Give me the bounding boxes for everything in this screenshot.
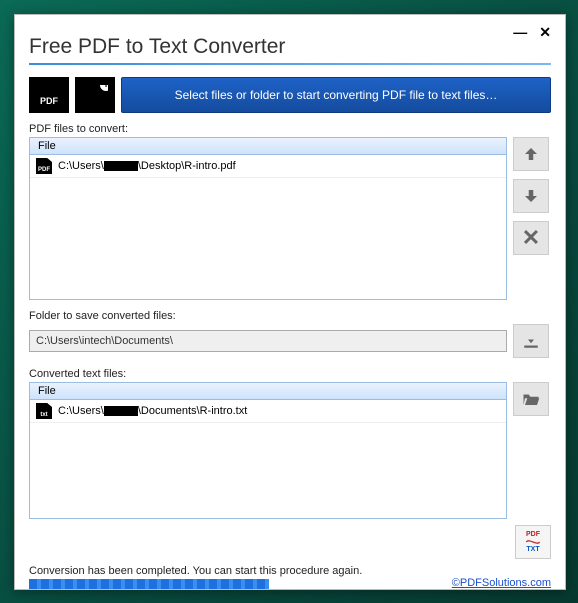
folder-add-icon: + <box>82 85 108 105</box>
txt-file-icon: txt <box>36 403 52 419</box>
pdf-file-icon: PDF <box>36 158 52 174</box>
select-files-banner-button[interactable]: Select files or folder to start converti… <box>121 77 551 113</box>
file-path: C:\Users\ \Desktop\R-intro.pdf <box>58 160 236 172</box>
arrow-up-icon <box>522 145 540 163</box>
path-prefix: C:\Users\ <box>58 160 104 172</box>
converted-list-label: Converted text files: <box>29 368 551 380</box>
file-path: C:\Users\ \Documents\R-intro.txt <box>58 405 247 417</box>
add-folder-button[interactable]: + <box>75 77 115 113</box>
txt-label-icon: TXT <box>526 546 539 553</box>
pdf-list-side-buttons: ✕ <box>513 137 549 255</box>
status-message: Conversion has been completed. You can s… <box>29 565 362 577</box>
window-title: Free PDF to Text Converter <box>29 35 285 59</box>
converted-list-column-header[interactable]: File <box>30 383 506 400</box>
window-controls: — ✕ <box>513 25 551 39</box>
vendor-link[interactable]: ©PDFSolutions.com <box>452 577 551 589</box>
move-down-button[interactable] <box>513 179 549 213</box>
move-up-button[interactable] <box>513 137 549 171</box>
folder-download-icon <box>522 332 540 350</box>
pdf-file-icon: PDF <box>37 82 61 108</box>
top-toolbar: PDF + Select files or folder to start co… <box>29 77 551 113</box>
progress-bar <box>29 579 269 589</box>
open-folder-button[interactable] <box>513 382 549 416</box>
add-pdf-file-button[interactable]: PDF <box>29 77 69 113</box>
pdf-list-body: PDF C:\Users\ \Desktop\R-intro.pdf <box>30 155 506 299</box>
redacted-segment <box>104 406 138 416</box>
converted-files-list[interactable]: File txt C:\Users\ \Documents\R-intro.txt <box>29 382 507 519</box>
convert-arrow-icon <box>525 538 541 546</box>
path-prefix: C:\Users\ <box>58 405 104 417</box>
app-window: Free PDF to Text Converter — ✕ PDF + Sel… <box>14 14 566 590</box>
status-bar: Conversion has been completed. You can s… <box>29 565 551 589</box>
convert-button[interactable]: PDF TXT <box>515 525 551 559</box>
path-suffix: \Desktop\R-intro.pdf <box>138 160 236 172</box>
close-button[interactable]: ✕ <box>539 25 551 39</box>
pdf-files-list[interactable]: File PDF C:\Users\ \Desktop\R-intro.pdf <box>29 137 507 300</box>
redacted-segment <box>104 161 138 171</box>
converted-list-side-buttons <box>513 382 549 416</box>
output-folder-label: Folder to save converted files: <box>29 310 551 322</box>
list-item[interactable]: txt C:\Users\ \Documents\R-intro.txt <box>30 400 506 423</box>
converted-list-body: txt C:\Users\ \Documents\R-intro.txt <box>30 400 506 518</box>
remove-item-button[interactable]: ✕ <box>513 221 549 255</box>
progress-fill <box>29 579 269 589</box>
header-divider <box>29 63 551 65</box>
minimize-button[interactable]: — <box>513 25 527 39</box>
pdf-list-label: PDF files to convert: <box>29 123 551 135</box>
path-suffix: \Documents\R-intro.txt <box>138 405 247 417</box>
pdf-label-icon: PDF <box>526 531 540 538</box>
title-bar: Free PDF to Text Converter — ✕ <box>29 25 551 63</box>
arrow-down-icon <box>522 187 540 205</box>
pdf-list-column-header[interactable]: File <box>30 138 506 155</box>
folder-open-icon <box>522 390 540 408</box>
browse-output-folder-button[interactable] <box>513 324 549 358</box>
x-icon: ✕ <box>522 225 540 251</box>
output-folder-field[interactable] <box>29 330 507 352</box>
list-item[interactable]: PDF C:\Users\ \Desktop\R-intro.pdf <box>30 155 506 178</box>
